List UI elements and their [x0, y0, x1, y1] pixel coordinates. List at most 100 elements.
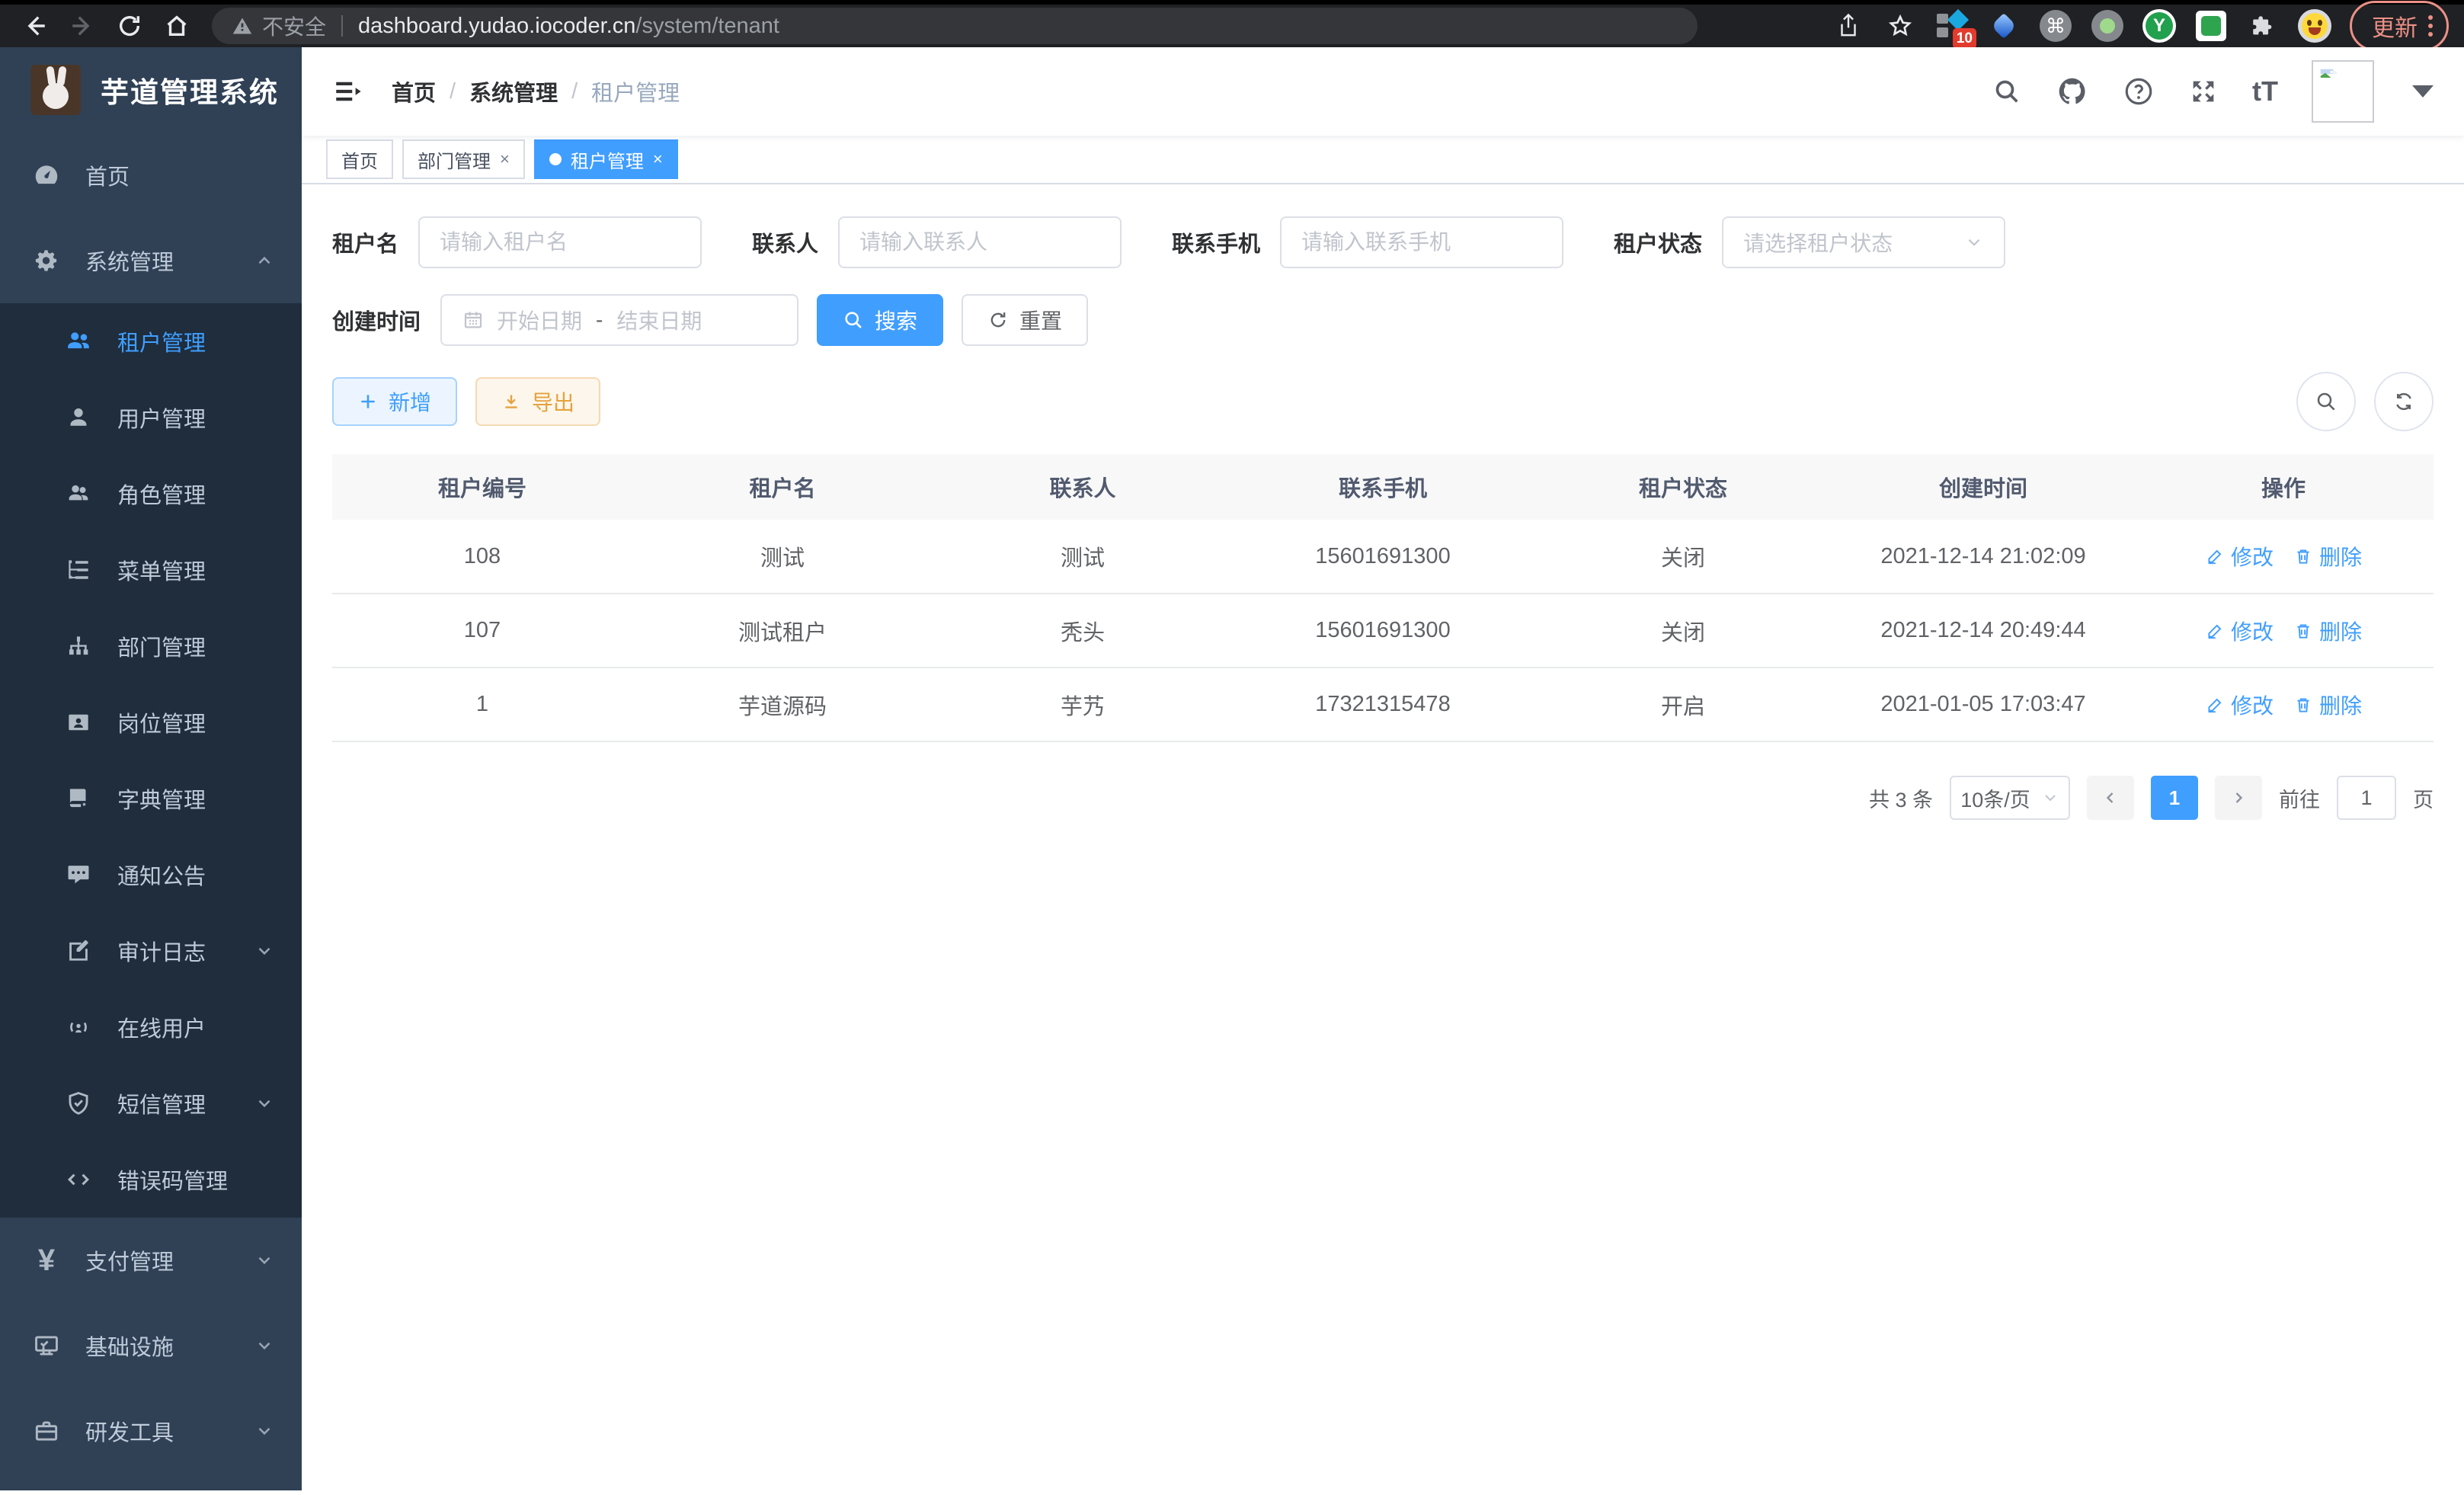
tab-tenant[interactable]: 租户管理 × — [534, 139, 678, 179]
next-page-button[interactable] — [2215, 776, 2262, 820]
add-button[interactable]: 新增 — [332, 377, 457, 426]
sidebar-item-dict[interactable]: 字典管理 — [0, 760, 302, 837]
breadcrumb-system[interactable]: 系统管理 — [469, 75, 558, 107]
breadcrumb-home[interactable]: 首页 — [392, 75, 436, 107]
sidebar-item-home[interactable]: 首页 — [0, 133, 302, 218]
share-button[interactable] — [1832, 9, 1865, 43]
filter-create-time: 创建时间 开始日期 - 结束日期 — [332, 294, 798, 346]
export-button[interactable]: 导出 — [475, 377, 600, 426]
sidebar-item-post[interactable]: 岗位管理 — [0, 684, 302, 760]
status-select[interactable]: 请选择租户状态 — [1722, 216, 2005, 268]
trash-icon — [2293, 621, 2313, 641]
sidebar-item-label: 首页 — [85, 159, 130, 191]
bookmark-button[interactable] — [1883, 9, 1917, 43]
extension-record-button[interactable] — [2091, 9, 2124, 43]
font-size-icon[interactable]: tT — [2252, 75, 2278, 107]
table-row[interactable]: 1 芋道源码 芋艿 17321315478 开启 2021-01-05 17:0… — [332, 667, 2434, 741]
fullscreen-icon[interactable] — [2188, 76, 2219, 107]
extension-tasks-button[interactable]: 10 — [1935, 9, 1969, 43]
mobile-input[interactable] — [1301, 230, 1542, 255]
page-suffix: 页 — [2413, 783, 2434, 813]
table-row[interactable]: 108 测试 测试 15601691300 关闭 2021-12-14 21:0… — [332, 520, 2434, 594]
tab-label: 首页 — [341, 146, 378, 173]
page-size-select[interactable]: 10条/页 — [1950, 776, 2070, 820]
sidebar-item-dept[interactable]: 部门管理 — [0, 608, 302, 684]
sidebar-item-audit-log[interactable]: 审计日志 — [0, 913, 302, 989]
ext-square-icon — [1937, 14, 1948, 24]
trash-icon — [2293, 546, 2313, 566]
tab-dept[interactable]: 部门管理 × — [402, 139, 525, 179]
yen-icon: ¥ — [32, 1246, 61, 1275]
logo[interactable]: 芋道管理系统 — [0, 47, 302, 133]
cell-mobile: 15601691300 — [1233, 520, 1533, 594]
browser-reload-button[interactable] — [110, 6, 149, 46]
col-header-name: 租户名 — [632, 454, 933, 520]
code-icon — [64, 1165, 93, 1194]
security-label: 不安全 — [262, 11, 326, 41]
toggle-search-button[interactable] — [2296, 372, 2356, 431]
delete-link[interactable]: 删除 — [2293, 690, 2362, 720]
edit-pencil-icon — [2205, 621, 2225, 641]
delete-link[interactable]: 删除 — [2293, 616, 2362, 646]
sidebar-item-notice[interactable]: 通知公告 — [0, 837, 302, 913]
extension-kite-button[interactable] — [1987, 9, 2021, 43]
sidebar-item-sms[interactable]: 短信管理 — [0, 1065, 302, 1141]
extensions-menu-button[interactable] — [2246, 9, 2280, 43]
toolbox-icon — [32, 1417, 61, 1445]
date-separator: - — [596, 308, 603, 332]
table-row[interactable]: 107 测试租户 秃头 15601691300 关闭 2021-12-14 20… — [332, 594, 2434, 667]
extension-command-button[interactable]: ⌘ — [2039, 9, 2072, 43]
tab-home[interactable]: 首页 — [326, 139, 393, 179]
table-header-row: 租户编号 租户名 联系人 联系手机 租户状态 创建时间 操作 — [332, 454, 2434, 520]
col-header-actions: 操作 — [2133, 454, 2434, 520]
help-icon[interactable] — [2123, 75, 2155, 107]
sidebar-item-menu[interactable]: 菜单管理 — [0, 532, 302, 608]
sidebar-item-infra[interactable]: 基础设施 — [0, 1303, 302, 1388]
browser-home-button[interactable] — [157, 6, 197, 46]
extension-chat-button[interactable] — [2194, 9, 2228, 43]
browser-update-button[interactable]: 更新 — [2350, 1, 2449, 51]
user-avatar[interactable] — [2312, 60, 2374, 123]
edit-link[interactable]: 修改 — [2205, 616, 2274, 646]
tab-close-icon[interactable]: × — [653, 149, 663, 169]
search-icon[interactable] — [1992, 76, 2022, 107]
edit-link[interactable]: 修改 — [2205, 690, 2274, 720]
page-number-button[interactable]: 1 — [2151, 776, 2198, 820]
github-icon[interactable] — [2056, 75, 2089, 108]
tab-close-icon[interactable]: × — [500, 149, 510, 169]
gear-icon — [32, 246, 61, 275]
tenant-name-input[interactable] — [440, 230, 680, 255]
extension-y-button[interactable]: Y — [2142, 9, 2176, 43]
prev-page-button[interactable] — [2087, 776, 2134, 820]
search-button[interactable]: 搜索 — [817, 294, 943, 346]
sidebar-item-online-users[interactable]: 在线用户 — [0, 989, 302, 1065]
sidebar-item-dev-tools[interactable]: 研发工具 — [0, 1388, 302, 1474]
browser-back-button[interactable] — [15, 6, 55, 46]
sidebar-item-error-code[interactable]: 错误码管理 — [0, 1141, 302, 1218]
collapse-sidebar-button[interactable] — [332, 75, 364, 107]
roles-icon — [64, 479, 93, 508]
refresh-table-button[interactable] — [2374, 372, 2434, 431]
sidebar-item-role[interactable]: 角色管理 — [0, 456, 302, 532]
browser-forward-button[interactable] — [62, 6, 102, 46]
calendar-icon — [462, 309, 485, 331]
contact-input[interactable] — [859, 230, 1100, 255]
browser-menu-icon[interactable] — [2428, 15, 2433, 37]
page-content: 租户名 联系人 联系手机 租户状态 请选择租户状态 — [302, 184, 2464, 1490]
date-range-input[interactable]: 开始日期 - 结束日期 — [440, 294, 798, 346]
cell-status: 开启 — [1533, 667, 1833, 741]
sidebar-item-system[interactable]: 系统管理 — [0, 218, 302, 303]
delete-link[interactable]: 删除 — [2293, 541, 2362, 571]
sidebar-item-user[interactable]: 用户管理 — [0, 379, 302, 456]
reset-button[interactable]: 重置 — [962, 294, 1088, 346]
goto-page-input[interactable] — [2337, 776, 2396, 820]
sidebar-item-tenant[interactable]: 租户管理 — [0, 303, 302, 379]
sidebar-item-label: 字典管理 — [117, 783, 206, 815]
table-toolbar: 新增 导出 — [332, 372, 2434, 431]
avatar-dropdown-caret-icon[interactable] — [2412, 85, 2434, 98]
profile-avatar-button[interactable] — [2298, 9, 2331, 43]
breadcrumb-separator: / — [450, 79, 456, 104]
url-bar[interactable]: 不安全 dashboard.yudao.iocoder.cn/system/te… — [212, 8, 1698, 44]
edit-link[interactable]: 修改 — [2205, 541, 2274, 571]
sidebar-item-pay[interactable]: ¥ 支付管理 — [0, 1218, 302, 1303]
